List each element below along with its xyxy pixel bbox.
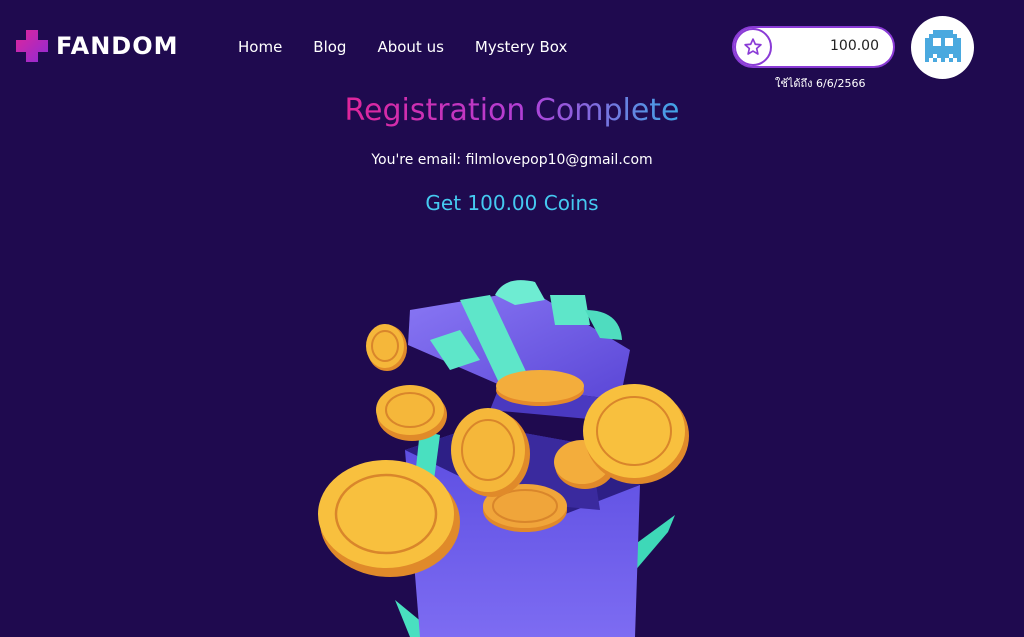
reward-text: Get 100.00 Coins [425, 191, 599, 215]
brand-name: FANDOM [56, 32, 179, 60]
user-avatar[interactable] [911, 16, 974, 79]
pixel-ghost-icon [924, 29, 961, 62]
top-navbar: FANDOM Home Blog About us Mystery Box 10… [0, 0, 1024, 90]
star-icon [734, 28, 772, 66]
nav-link-about-us[interactable]: About us [377, 38, 443, 56]
nav-link-blog[interactable]: Blog [313, 38, 346, 56]
nav-link-mystery-box[interactable]: Mystery Box [475, 38, 567, 56]
brand-logo[interactable]: FANDOM [14, 28, 179, 64]
coin-balance[interactable]: 100.00 [732, 26, 895, 68]
gift-box-coins-illustration [318, 280, 689, 637]
plus-logo-icon [16, 30, 48, 62]
coin-expiry-date: ใช้ได้ถึง 6/6/2566 [775, 77, 866, 90]
nav-link-home[interactable]: Home [238, 38, 282, 56]
registered-email: You're email: filmlovepop10@gmail.com [371, 152, 653, 168]
page-title: Registration Complete [0, 93, 1024, 128]
coin-balance-amount: 100.00 [830, 38, 879, 54]
main-menu: Home Blog About us Mystery Box [238, 38, 567, 56]
page-title-text: Registration Complete [344, 93, 680, 128]
